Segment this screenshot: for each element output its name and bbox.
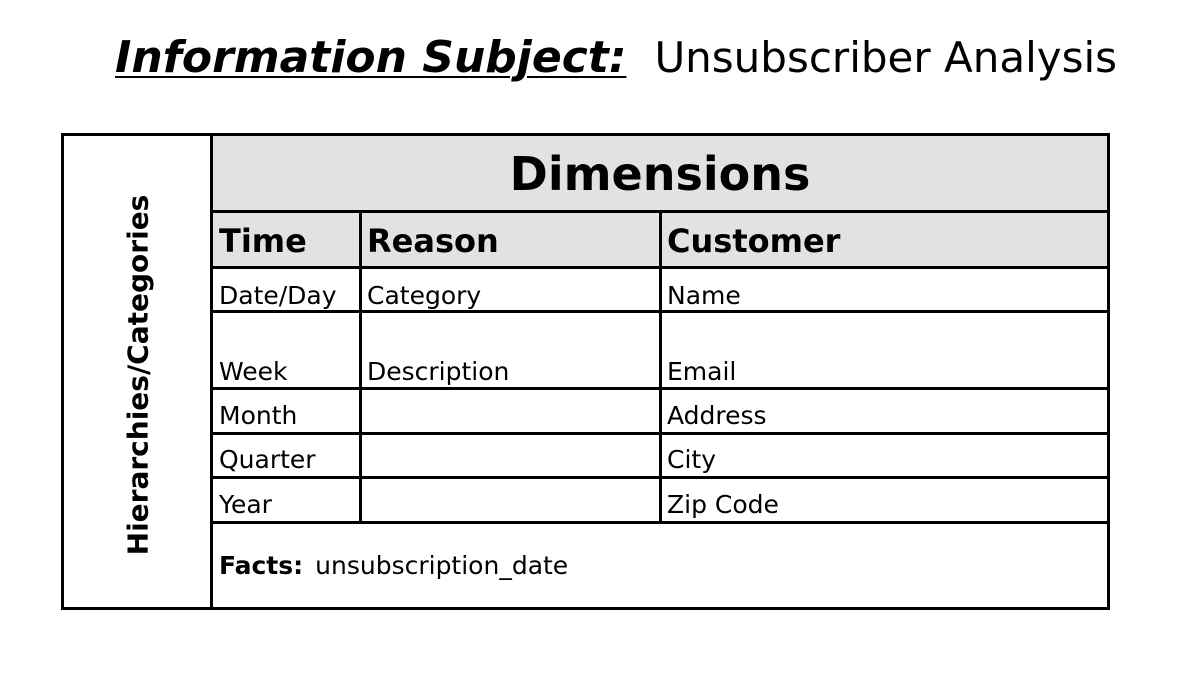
hierarchies-label: Hierarchies/Categories: [121, 194, 155, 556]
column-header-time: Time: [213, 213, 361, 269]
dimension-table: Hierarchies/Categories Dimensions Time R…: [61, 133, 1110, 610]
facts-label: Facts:: [219, 551, 304, 580]
time-cell: Date/Day: [219, 281, 337, 310]
information-subject-title: Information Subject: Unsubscriber Analysi…: [115, 30, 1117, 86]
time-cell: Week: [219, 357, 288, 386]
subject-label: Information Subject:: [115, 32, 627, 83]
time-cell: Month: [219, 401, 298, 430]
time-cell: Year: [219, 490, 272, 519]
column-header-reason: Reason: [361, 213, 661, 269]
subject-value: Unsubscriber Analysis: [654, 33, 1118, 82]
dimension-grid: Dimensions Time Reason Customer Date/Day…: [213, 136, 1107, 607]
column-divider: [659, 213, 662, 524]
customer-cell: Email: [667, 357, 737, 386]
column-header-customer: Customer: [661, 213, 1107, 269]
facts-value: unsubscription_date: [315, 551, 569, 580]
hierarchy-sidebar: Hierarchies/Categories: [64, 136, 213, 607]
customer-cell: City: [667, 445, 716, 474]
time-cell: Quarter: [219, 445, 316, 474]
customer-cell: Name: [667, 281, 741, 310]
reason-cell: Description: [367, 357, 510, 386]
customer-cell: Address: [667, 401, 767, 430]
customer-cell: Zip Code: [667, 490, 779, 519]
column-divider: [359, 213, 362, 524]
reason-cell: Category: [367, 281, 482, 310]
facts-row: Facts: unsubscription_date: [219, 551, 568, 580]
dimensions-header: Dimensions: [213, 136, 1107, 213]
